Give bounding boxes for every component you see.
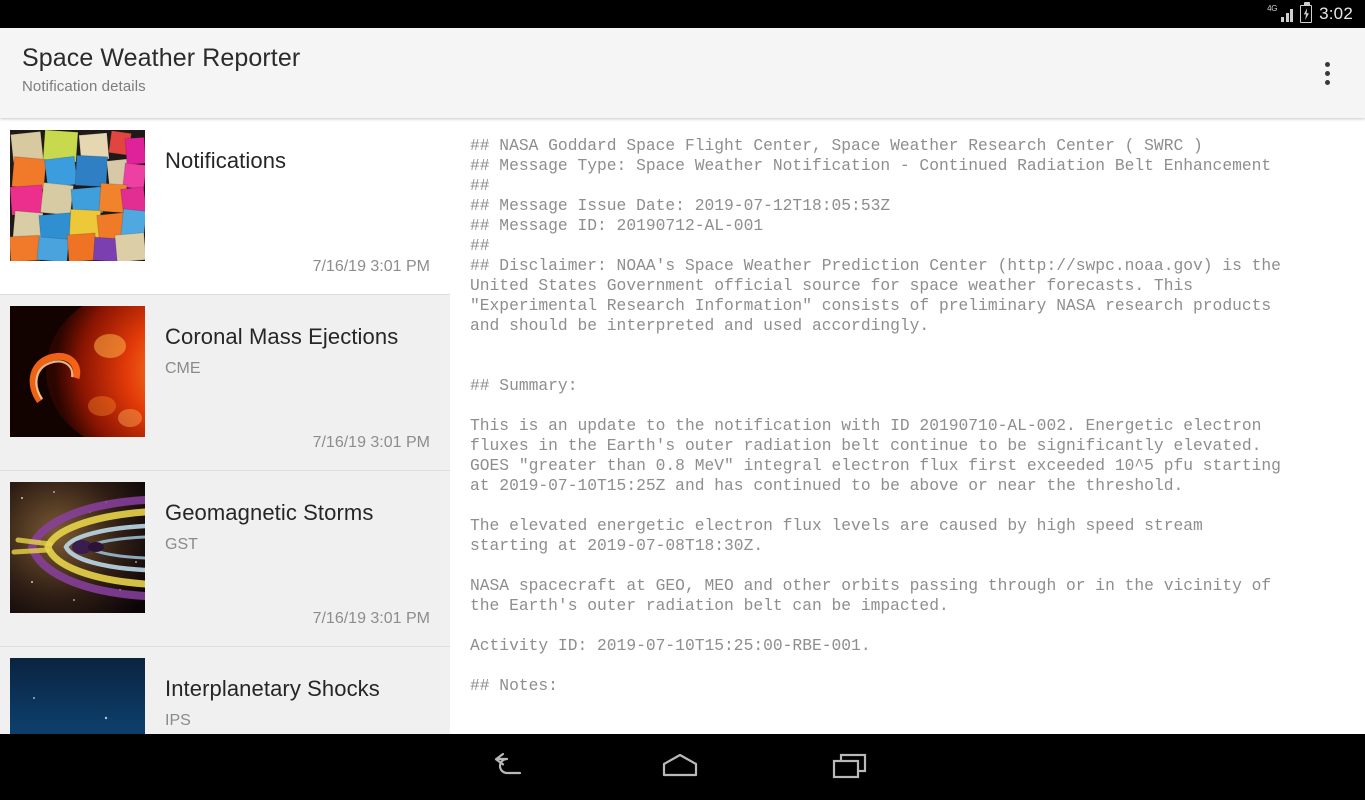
sticky-notes-thumbnail [10, 130, 145, 261]
list-item-title: Coronal Mass Ejections [165, 324, 399, 349]
page-title: Space Weather Reporter [22, 44, 301, 72]
status-bar-clock: 3:02 [1319, 4, 1353, 23]
blue-shockwave-thumbnail [10, 658, 145, 734]
page-subtitle: Notification details [22, 78, 146, 95]
more-vertical-icon[interactable] [1313, 56, 1341, 90]
recent-apps-glyph [832, 753, 867, 779]
list-item-date: 7/16/19 3:01 PM [312, 258, 430, 275]
list-item-subtitle: GST [165, 536, 198, 553]
list-item[interactable]: Interplanetary Shocks IPS [0, 646, 450, 734]
recent-apps-icon[interactable] [765, 734, 935, 800]
notification-body-text: ## NASA Goddard Space Flight Center, Spa… [470, 136, 1281, 695]
app-bar-titles: Space Weather Reporter Notification deta… [22, 44, 300, 95]
list-item[interactable]: Coronal Mass Ejections CME 7/16/19 3:01 … [0, 294, 450, 470]
app-bar: Space Weather Reporter Notification deta… [0, 28, 1365, 118]
list-item-date: 7/16/19 3:01 PM [312, 610, 430, 627]
signal-bars-icon: 4G [1267, 4, 1294, 24]
android-app-window: 4G 3:02 Space Weather Reporter Notificat… [0, 0, 1365, 800]
back-arrow-icon[interactable] [425, 734, 595, 800]
status-bar: 4G 3:02 [0, 0, 1365, 28]
battery-charging-icon [1300, 2, 1313, 23]
back-arrow-glyph [494, 752, 522, 775]
charging-bolt-icon [1303, 8, 1309, 20]
signal-strength-bars [1281, 9, 1294, 22]
home-icon[interactable] [595, 734, 765, 800]
magnetosphere-thumbnail [10, 482, 145, 613]
notification-detail-pane[interactable]: ## NASA Goddard Space Flight Center, Spa… [450, 118, 1365, 734]
notification-list-pane[interactable]: Notifications 7/16/19 3:01 PM Coronal Ma… [0, 118, 450, 734]
list-item-title: Notifications [165, 148, 287, 173]
list-item-body: Interplanetary Shocks IPS [145, 658, 440, 734]
list-item-subtitle: IPS [165, 712, 191, 729]
list-item[interactable]: Geomagnetic Storms GST 7/16/19 3:01 PM [0, 470, 450, 646]
network-type-label: 4G [1267, 4, 1278, 13]
solar-prominence-thumbnail [10, 306, 145, 437]
home-glyph [662, 753, 698, 777]
content-area: Notifications 7/16/19 3:01 PM Coronal Ma… [0, 118, 1365, 734]
list-item-date: 7/16/19 3:01 PM [312, 434, 430, 451]
list-item-title: Geomagnetic Storms [165, 500, 374, 525]
list-item-subtitle: CME [165, 360, 201, 377]
list-item-body: Coronal Mass Ejections CME 7/16/19 3:01 … [145, 306, 440, 470]
list-item[interactable]: Notifications 7/16/19 3:01 PM [0, 118, 450, 294]
list-item-body: Notifications 7/16/19 3:01 PM [145, 130, 440, 294]
list-item-title: Interplanetary Shocks [165, 676, 380, 701]
android-navigation-bar [0, 734, 1365, 800]
status-bar-icons: 4G 3:02 [1267, 2, 1353, 24]
list-item-body: Geomagnetic Storms GST 7/16/19 3:01 PM [145, 482, 440, 646]
